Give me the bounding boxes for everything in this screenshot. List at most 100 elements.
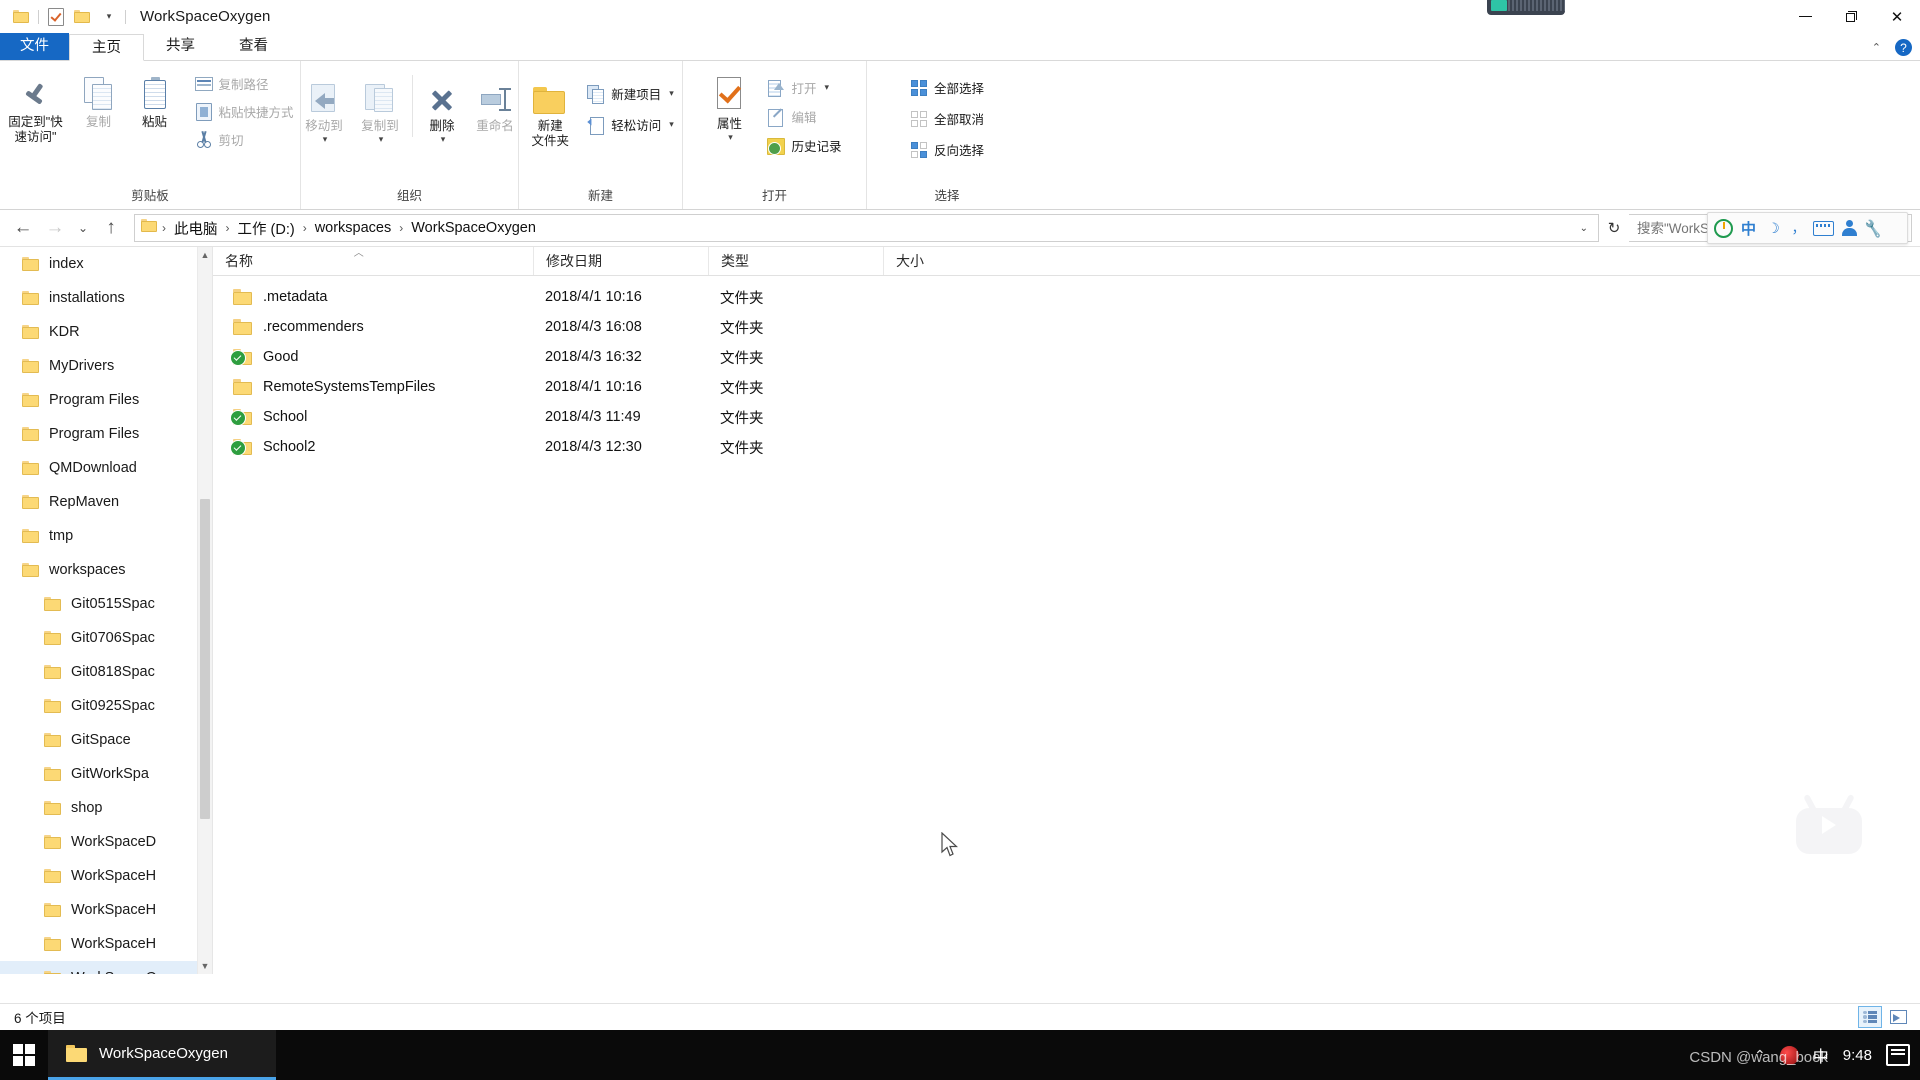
tree-item[interactable]: WorkSpaceH (0, 927, 198, 961)
tree-item[interactable]: index (0, 247, 198, 281)
tab-share[interactable]: 共享 (144, 33, 217, 60)
tree-item[interactable]: KDR (0, 315, 198, 349)
nav-scrollbar[interactable]: ▲ ▼ (197, 247, 212, 974)
chevron-down-icon[interactable]: ▾ (669, 119, 674, 130)
tree-item[interactable]: WorkSpaceD (0, 825, 198, 859)
move-to-button[interactable]: 移动到 ▾ (296, 71, 352, 145)
refresh-button[interactable]: ↻ (1601, 215, 1627, 241)
breadcrumb-item-workspaces[interactable]: workspaces (310, 218, 397, 238)
column-header-modified[interactable]: 修改日期 (533, 247, 708, 275)
clock[interactable]: 9:48 (1843, 1047, 1872, 1064)
taskbar-item-workspaceoxygen[interactable]: WorkSpaceOxygen (48, 1030, 276, 1080)
chevron-down-icon[interactable]: ▾ (379, 134, 384, 145)
ime-toolbar[interactable]: 中 ☽ ， 🔧 (1707, 212, 1908, 244)
copy-button[interactable]: 复制 (71, 67, 127, 130)
help-icon[interactable]: ? (1895, 39, 1912, 56)
up-button[interactable]: ↑ (96, 213, 126, 243)
breadcrumb-item-drive-d[interactable]: 工作 (D:) (233, 216, 300, 241)
table-row[interactable]: RemoteSystemsTempFiles 2018/4/1 10:16 文件夹 (213, 372, 1920, 402)
breadcrumb-item-workspaceoxygen[interactable]: WorkSpaceOxygen (406, 218, 541, 238)
scroll-up-icon[interactable]: ▲ (198, 247, 212, 263)
folder-icon (22, 427, 39, 441)
chevron-down-icon[interactable]: ▾ (728, 132, 733, 143)
keyboard-icon[interactable] (1813, 218, 1834, 239)
scrollbar-thumb[interactable] (200, 499, 210, 819)
breadcrumb-item-this-pc[interactable]: 此电脑 (169, 216, 223, 241)
tree-item[interactable]: GitWorkSpa (0, 757, 198, 791)
select-all-button[interactable]: 全部选择 (904, 75, 990, 100)
forward-button[interactable]: → (40, 213, 70, 243)
select-none-button[interactable]: 全部取消 (904, 106, 990, 131)
tree-item[interactable]: QMDownload (0, 451, 198, 485)
tree-item[interactable]: RepMaven (0, 485, 198, 519)
tab-file[interactable]: 文件 (0, 33, 69, 60)
scroll-down-icon[interactable]: ▼ (198, 958, 212, 974)
pin-to-quick-access-button[interactable]: 固定到"快 速访问" (1, 67, 71, 145)
copy-to-button[interactable]: 复制到 ▾ (352, 71, 408, 145)
ime-language-toggle[interactable]: 中 (1738, 218, 1759, 239)
moon-icon[interactable]: ☽ (1763, 218, 1784, 239)
tree-item[interactable]: WorkSpaceH (0, 893, 198, 927)
tree-item[interactable]: tmp (0, 519, 198, 553)
table-row[interactable]: School 2018/4/3 11:49 文件夹 (213, 402, 1920, 432)
tree-item[interactable]: Program Files (0, 417, 198, 451)
properties-icon[interactable] (43, 4, 69, 30)
tree-item[interactable]: shop (0, 791, 198, 825)
back-button[interactable]: ← (8, 213, 38, 243)
tree-item[interactable]: MyDrivers (0, 349, 198, 383)
tree-item[interactable]: installations (0, 281, 198, 315)
collapse-ribbon-icon[interactable]: ⌃ (1872, 41, 1881, 54)
recent-locations-button[interactable]: ⌄ (72, 213, 94, 243)
easy-access-button[interactable]: 轻松访问 ▾ (581, 112, 680, 137)
new-item-button[interactable]: 新建项目 ▾ (581, 81, 680, 106)
tree-item[interactable]: Git0925Spac (0, 689, 198, 723)
column-header-type[interactable]: 类型 (708, 247, 883, 275)
punctuation-icon[interactable]: ， (1788, 218, 1809, 239)
details-view-button[interactable] (1858, 1006, 1882, 1028)
wrench-icon[interactable]: 🔧 (1861, 216, 1885, 240)
properties-button[interactable]: 属性 ▾ (701, 69, 757, 143)
new-folder-button[interactable]: 新建 文件夹 (521, 71, 579, 149)
column-header-size[interactable]: 大小 (883, 247, 1018, 275)
column-header-name[interactable]: ︿ 名称 (213, 247, 533, 275)
address-input[interactable]: › 此电脑 › 工作 (D:) › workspaces › WorkSpace… (134, 214, 1599, 242)
delete-button[interactable]: 删除 ▾ (417, 71, 467, 145)
tree-item[interactable]: Git0706Spac (0, 621, 198, 655)
restore-button[interactable] (1828, 0, 1874, 33)
close-button[interactable]: ✕ (1874, 0, 1920, 33)
tree-item[interactable]: WorkSpaceO (0, 961, 198, 974)
tree-item[interactable]: workspaces (0, 553, 198, 587)
large-icons-view-button[interactable] (1886, 1006, 1910, 1028)
copy-path-button[interactable]: 复制路径 (189, 71, 300, 96)
chevron-down-icon[interactable]: ▾ (323, 134, 328, 145)
tab-home[interactable]: 主页 (69, 34, 144, 61)
chevron-down-icon[interactable]: ▾ (669, 88, 674, 99)
history-button[interactable]: 历史记录 (761, 133, 847, 158)
address-dropdown-icon[interactable]: ⌄ (1574, 223, 1594, 234)
chevron-down-icon[interactable]: ▾ (441, 134, 446, 145)
chevron-down-icon[interactable]: ▾ (95, 4, 121, 30)
minimize-button[interactable] (1782, 0, 1828, 33)
tree-item[interactable]: Git0515Spac (0, 587, 198, 621)
paste-button[interactable]: 粘贴 (127, 67, 183, 130)
start-button[interactable] (0, 1030, 48, 1080)
new-folder-icon[interactable] (69, 4, 95, 30)
table-row[interactable]: .metadata 2018/4/1 10:16 文件夹 (213, 282, 1920, 312)
open-button[interactable]: 打开 ▾ (761, 75, 847, 100)
user-icon[interactable] (1838, 218, 1859, 239)
paste-shortcut-button[interactable]: 粘贴快捷方式 (189, 99, 300, 124)
sogou-logo-icon[interactable] (1713, 218, 1734, 239)
table-row[interactable]: School2 2018/4/3 12:30 文件夹 (213, 432, 1920, 462)
cut-button[interactable]: 剪切 (189, 127, 300, 152)
tree-item[interactable]: Program Files (0, 383, 198, 417)
table-row[interactable]: .recommenders 2018/4/3 16:08 文件夹 (213, 312, 1920, 342)
edit-button[interactable]: 编辑 (761, 104, 847, 129)
tab-view[interactable]: 查看 (217, 33, 290, 60)
invert-selection-button[interactable]: 反向选择 (904, 137, 990, 162)
tree-item[interactable]: GitSpace (0, 723, 198, 757)
tree-item[interactable]: Git0818Spac (0, 655, 198, 689)
notification-center-icon[interactable] (1886, 1044, 1910, 1066)
tree-item[interactable]: WorkSpaceH (0, 859, 198, 893)
table-row[interactable]: Good 2018/4/3 16:32 文件夹 (213, 342, 1920, 372)
chevron-down-icon[interactable]: ▾ (825, 82, 830, 93)
